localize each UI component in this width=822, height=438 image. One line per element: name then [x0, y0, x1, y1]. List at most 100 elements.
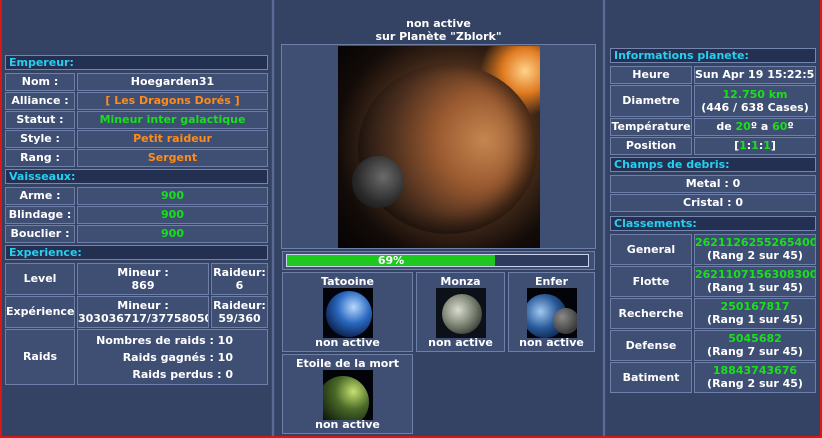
- exp-raideur: Raideur: 59/360: [211, 296, 268, 328]
- rank-defense-rank: (Rang 7 sur 45): [707, 345, 803, 358]
- planet-tile-name: Enfer: [534, 275, 569, 288]
- level-raideur-label: Raideur:: [213, 266, 266, 279]
- exp-mineur-value: 303036717/37758050: [78, 312, 209, 325]
- arme-label: Arme :: [5, 187, 75, 205]
- nom-label: Nom :: [5, 73, 75, 91]
- rank-recherche-rank: (Rang 1 sur 45): [707, 313, 803, 326]
- planet-globe: [358, 64, 538, 234]
- raids-total: Nombres de raids : 10: [96, 334, 233, 347]
- rank-batiment-score: 18843743676: [712, 364, 798, 377]
- exp-raideur-label: Raideur:: [213, 299, 266, 312]
- alliance-value[interactable]: [ Les Dragons Dorés ]: [77, 92, 268, 110]
- vaisseaux-title: Vaisseaux:: [5, 169, 268, 184]
- progress-fill: 69%: [287, 255, 495, 266]
- enfer-icon[interactable]: [526, 288, 577, 338]
- rank-defense-score: 5045682: [728, 332, 782, 345]
- monza-icon[interactable]: [435, 288, 486, 338]
- planet-tile-enfer[interactable]: Enfer non active: [508, 272, 595, 352]
- temp-min: 20: [735, 120, 751, 133]
- alliance-label: Alliance :: [5, 92, 75, 110]
- rank-batiment-label: Batiment: [610, 362, 692, 393]
- tatooine-icon[interactable]: [322, 288, 373, 338]
- level-mineur: Mineur : 869: [77, 263, 209, 295]
- position-value[interactable]: [1:1:1]: [694, 137, 816, 155]
- diametre-km: 12.750 km: [722, 88, 788, 101]
- exp-mineur: Mineur : 303036717/37758050: [77, 296, 209, 328]
- column-divider: [603, 0, 605, 438]
- level-mineur-value: 869: [131, 279, 155, 292]
- statut-label: Statut :: [5, 111, 75, 129]
- info-title: Informations planete:: [610, 48, 816, 63]
- debris-metal: Metal : 0: [610, 175, 816, 193]
- planet-tile-name: Etoile de la mort: [295, 357, 400, 370]
- temperature-label: Température: [610, 118, 692, 136]
- rank-general-rank: (Rang 2 sur 45): [707, 249, 803, 262]
- raids-label: Raids: [5, 329, 75, 385]
- experience-title: Experience:: [5, 245, 268, 260]
- rank-general-score: 2621126255265400: [695, 236, 816, 249]
- style-label: Style :: [5, 130, 75, 148]
- planet-moon: [352, 156, 404, 208]
- exp-mineur-label: Mineur :: [117, 299, 169, 312]
- bouclier-value: 900: [77, 225, 268, 243]
- debris-cristal: Cristal : 0: [610, 194, 816, 212]
- planet-panel: non active sur Planète "Zblork" 69% Tato…: [275, 0, 602, 438]
- position-label: Position: [610, 137, 692, 155]
- temp-max: 60: [772, 120, 788, 133]
- exp-raideur-value: 59/360: [218, 312, 261, 325]
- rank-flotte-score: 2621107156308300: [695, 268, 816, 281]
- level-raideur: Raideur: 6: [211, 263, 268, 295]
- planet-tile-etoile[interactable]: Etoile de la mort non active: [282, 354, 413, 434]
- rank-batiment-value: 18843743676 (Rang 2 sur 45): [694, 362, 816, 393]
- blindage-label: Blindage :: [5, 206, 75, 224]
- rang-label: Rang :: [5, 149, 75, 167]
- classements-title: Classements:: [610, 216, 816, 231]
- rank-flotte-value: 2621107156308300 (Rang 1 sur 45): [694, 266, 816, 297]
- empereur-title: Empereur:: [5, 55, 268, 70]
- heure-value: Sun Apr 19 15:22:52: [694, 66, 816, 84]
- raids-lost: Raids perdus : 0: [132, 368, 233, 381]
- planet-tile-status: non active: [428, 336, 493, 349]
- diametre-value: 12.750 km (446 / 638 Cases): [694, 85, 816, 117]
- rank-general-label: General: [610, 234, 692, 265]
- planet-tile-status: non active: [315, 418, 380, 431]
- column-divider: [272, 0, 274, 438]
- planet-tile-tatooine[interactable]: Tatooine non active: [282, 272, 413, 352]
- progress-box: 69%: [282, 251, 595, 270]
- planet-name: sur Planète "Zblork": [375, 30, 502, 43]
- raids-won: Raids gagnés : 10: [122, 351, 233, 364]
- rank-recherche-score: 250167817: [720, 300, 790, 313]
- info-panel: Informations planete: Heure Sun Apr 19 1…: [606, 0, 820, 438]
- rank-defense-label: Defense: [610, 330, 692, 361]
- level-mineur-label: Mineur :: [117, 266, 169, 279]
- rank-flotte-label: Flotte: [610, 266, 692, 297]
- planet-tile-name: Tatooine: [321, 275, 374, 288]
- rank-recherche-label: Recherche: [610, 298, 692, 329]
- blindage-value: 900: [77, 206, 268, 224]
- planet-tile-monza[interactable]: Monza non active: [416, 272, 505, 352]
- empire-panel: Empereur: Nom : Hoegarden31 Alliance : […: [2, 0, 271, 438]
- level-label: Level: [5, 263, 75, 295]
- planet-status: non active: [406, 17, 471, 30]
- level-raideur-value: 6: [235, 279, 244, 292]
- planet-tile-status: non active: [315, 336, 380, 349]
- raids-stats: Nombres de raids : 10 Raids gagnés : 10 …: [77, 329, 268, 385]
- arme-value: 900: [77, 187, 268, 205]
- planet-tile-name: Monza: [440, 275, 481, 288]
- rank-general-value: 2621126255265400 (Rang 2 sur 45): [694, 234, 816, 265]
- etoile-icon[interactable]: [322, 370, 373, 420]
- planet-image[interactable]: [338, 46, 540, 248]
- rank-flotte-rank: (Rang 1 sur 45): [707, 281, 803, 294]
- rang-value: Sergent: [77, 149, 268, 167]
- heure-label: Heure: [610, 66, 692, 84]
- diametre-label: Diametre: [610, 85, 692, 117]
- planet-tile-status: non active: [519, 336, 584, 349]
- progress-bar: 69%: [286, 254, 589, 267]
- debris-title: Champs de debris:: [610, 157, 816, 172]
- style-value: Petit raideur: [77, 130, 268, 148]
- rank-defense-value: 5045682 (Rang 7 sur 45): [694, 330, 816, 361]
- nom-value: Hoegarden31: [77, 73, 268, 91]
- experience-label: Expérience: [5, 296, 75, 328]
- diametre-cases: (446 / 638 Cases): [701, 101, 809, 114]
- statut-value: Mineur inter galactique: [77, 111, 268, 129]
